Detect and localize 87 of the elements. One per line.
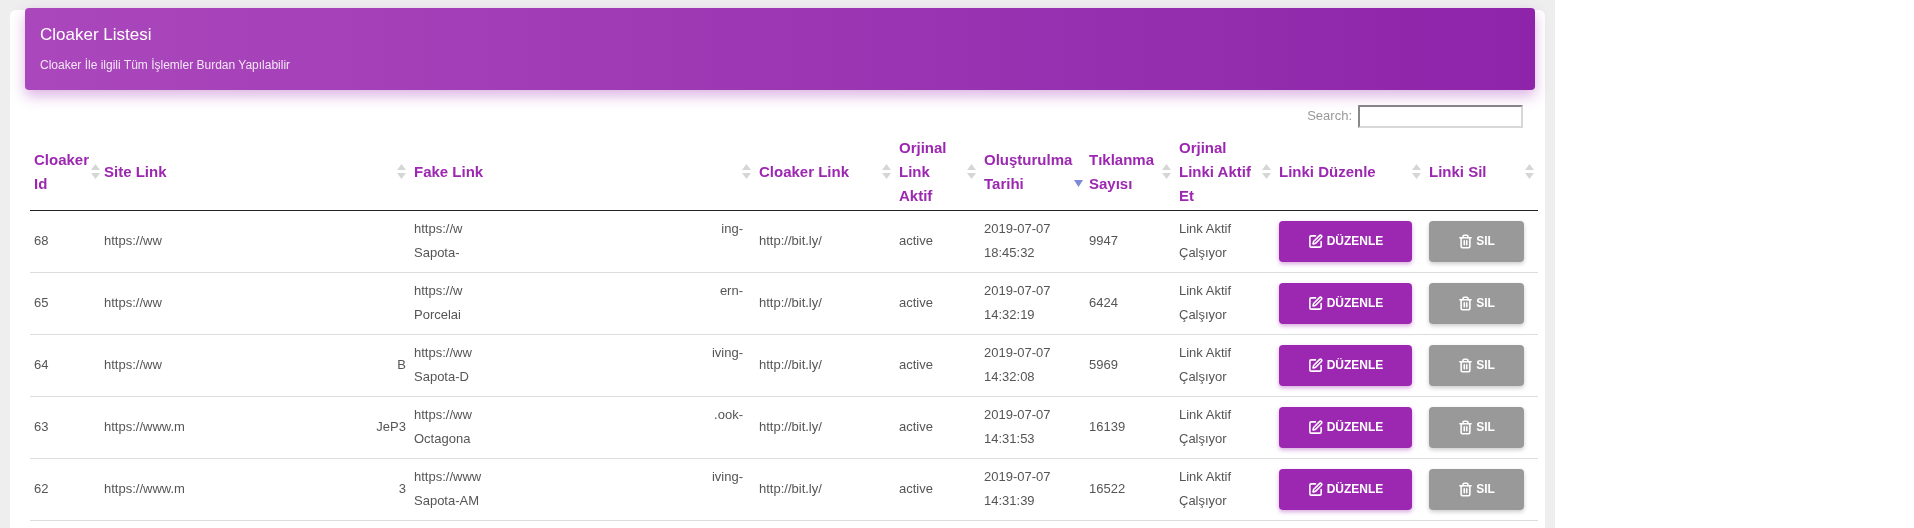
table-cell-text: B [397, 356, 406, 375]
table-cell: 64 [34, 357, 49, 373]
table-cell: 63 [34, 419, 49, 435]
trash-icon [1458, 419, 1474, 435]
table-cell: 9947 [1089, 233, 1118, 249]
table-cell-text: Link Aktif Çalşıyor [1179, 344, 1233, 386]
page-subtitle: Cloaker İle ilgili Tüm İşlemler Burdan Yapılabilir [40, 56, 292, 74]
trash-icon [1458, 481, 1474, 497]
table-cell-text: Link Aktif Çalşıyor [1179, 406, 1233, 448]
table-cell-text: 2019-07-07 [984, 220, 1052, 238]
search-field[interactable] [1358, 104, 1523, 128]
table-cell: Octagona [414, 431, 471, 446]
table-cell-text: https://ww [414, 406, 472, 424]
column-header[interactable]: Fake Link [414, 159, 484, 184]
column-header[interactable]: Site Link [104, 159, 167, 184]
column-header[interactable]: Orjinal Link Aktif [899, 135, 965, 208]
table-cell-text: 18:45:32 [984, 244, 1036, 262]
table-cell-text: ern- [719, 282, 743, 300]
search-label: Search: [1307, 107, 1352, 126]
table-cell: 6424 [1089, 295, 1118, 311]
table-cell-text: https://ww [104, 356, 162, 375]
edit-icon [1307, 357, 1323, 373]
table-cell: active [899, 357, 933, 373]
table-cell-text: https://w [414, 220, 463, 238]
table-cell-text: iving- [711, 468, 743, 486]
table-cell-text: 14:31:39 [984, 492, 1036, 510]
table-cell: active [899, 481, 933, 497]
table-cell-text: https://www [414, 468, 482, 486]
table-cell-text: 14:32:08 [984, 368, 1036, 386]
edit-button[interactable]: DÜZENLE [1279, 220, 1412, 262]
column-header[interactable]: Tıklanma Sayısı [1089, 147, 1160, 196]
table-cell-text: 2019-07-07 [984, 406, 1052, 424]
table-cell: Sapota- [414, 245, 460, 260]
table-cell: 16139 [1089, 419, 1126, 435]
table-cell-text: 3 [398, 480, 406, 499]
table-cell: http://bit.ly/ [759, 357, 822, 373]
table-cell: 16522 [1089, 481, 1126, 497]
table-cell: http://bit.ly/ [759, 233, 822, 249]
table-cell-text: 2019-07-07 [984, 344, 1052, 362]
column-header[interactable]: Cloaker Id [34, 147, 90, 196]
edit-button[interactable]: DÜZENLE [1279, 406, 1412, 448]
table-cell: 65 [34, 295, 49, 311]
table-cell-text: https://ww [104, 232, 162, 251]
table-cell: http://bit.ly/ [759, 481, 822, 497]
table-cell: http://bit.ly/ [759, 419, 822, 435]
table-cell: active [899, 233, 933, 249]
table-cell-text: 2019-07-07 [984, 468, 1052, 486]
table-cell-text: 14:31:53 [984, 430, 1036, 448]
table-cell-text: JeP3 [376, 418, 406, 437]
edit-button[interactable]: DÜZENLE [1279, 282, 1412, 324]
table-cell: Porcelai [414, 307, 461, 322]
edit-button[interactable]: DÜZENLE [1279, 468, 1412, 510]
table-cell: active [899, 295, 933, 311]
table-cell-text: iving- [711, 344, 743, 362]
column-header[interactable]: Orjinal Linki Aktif Et [1179, 135, 1260, 208]
table-cell-text: https://www.m [104, 480, 185, 499]
column-header[interactable]: Linki Sil [1429, 159, 1487, 184]
table-cell-text: Link Aktif Çalşıyor [1179, 282, 1233, 324]
table-cell-text: Link Aktif Çalşıyor [1179, 468, 1233, 510]
edit-icon [1307, 481, 1323, 497]
edit-icon [1307, 295, 1323, 311]
table-cell-text: .ook- [714, 406, 743, 424]
table-cell-text: https://ww [414, 344, 472, 362]
trash-icon [1458, 233, 1474, 249]
table-cell: Sapota-D [414, 369, 469, 384]
table-cell: active [899, 419, 933, 435]
table-cell-text: 2019-07-07 [984, 282, 1052, 300]
edit-icon [1307, 233, 1323, 249]
table-cell-text: https://ww [104, 294, 162, 313]
edit-button[interactable]: DÜZENLE [1279, 344, 1412, 386]
table-cell: Sapota-AM [414, 493, 480, 508]
table-cell-text: https://www.m [104, 418, 185, 437]
table-cell-text: 14:32:19 [984, 306, 1036, 324]
column-header[interactable]: Oluşturulma Tarihi [984, 147, 1073, 196]
trash-icon [1458, 295, 1474, 311]
page-title: Cloaker Listesi [40, 24, 153, 46]
table-cell: 68 [34, 233, 49, 249]
column-header[interactable]: Cloaker Link [759, 159, 850, 184]
trash-icon [1458, 357, 1474, 373]
column-header[interactable]: Linki Düzenle [1279, 159, 1376, 184]
table-cell-text: ing- [721, 220, 743, 238]
table-cell-text: https://w [414, 282, 463, 300]
table-cell-text: Link Aktif Çalşıyor [1179, 220, 1233, 262]
table-cell: 5969 [1089, 357, 1118, 373]
edit-icon [1307, 419, 1323, 435]
table-cell: 62 [34, 481, 49, 497]
table-cell: http://bit.ly/ [759, 295, 822, 311]
